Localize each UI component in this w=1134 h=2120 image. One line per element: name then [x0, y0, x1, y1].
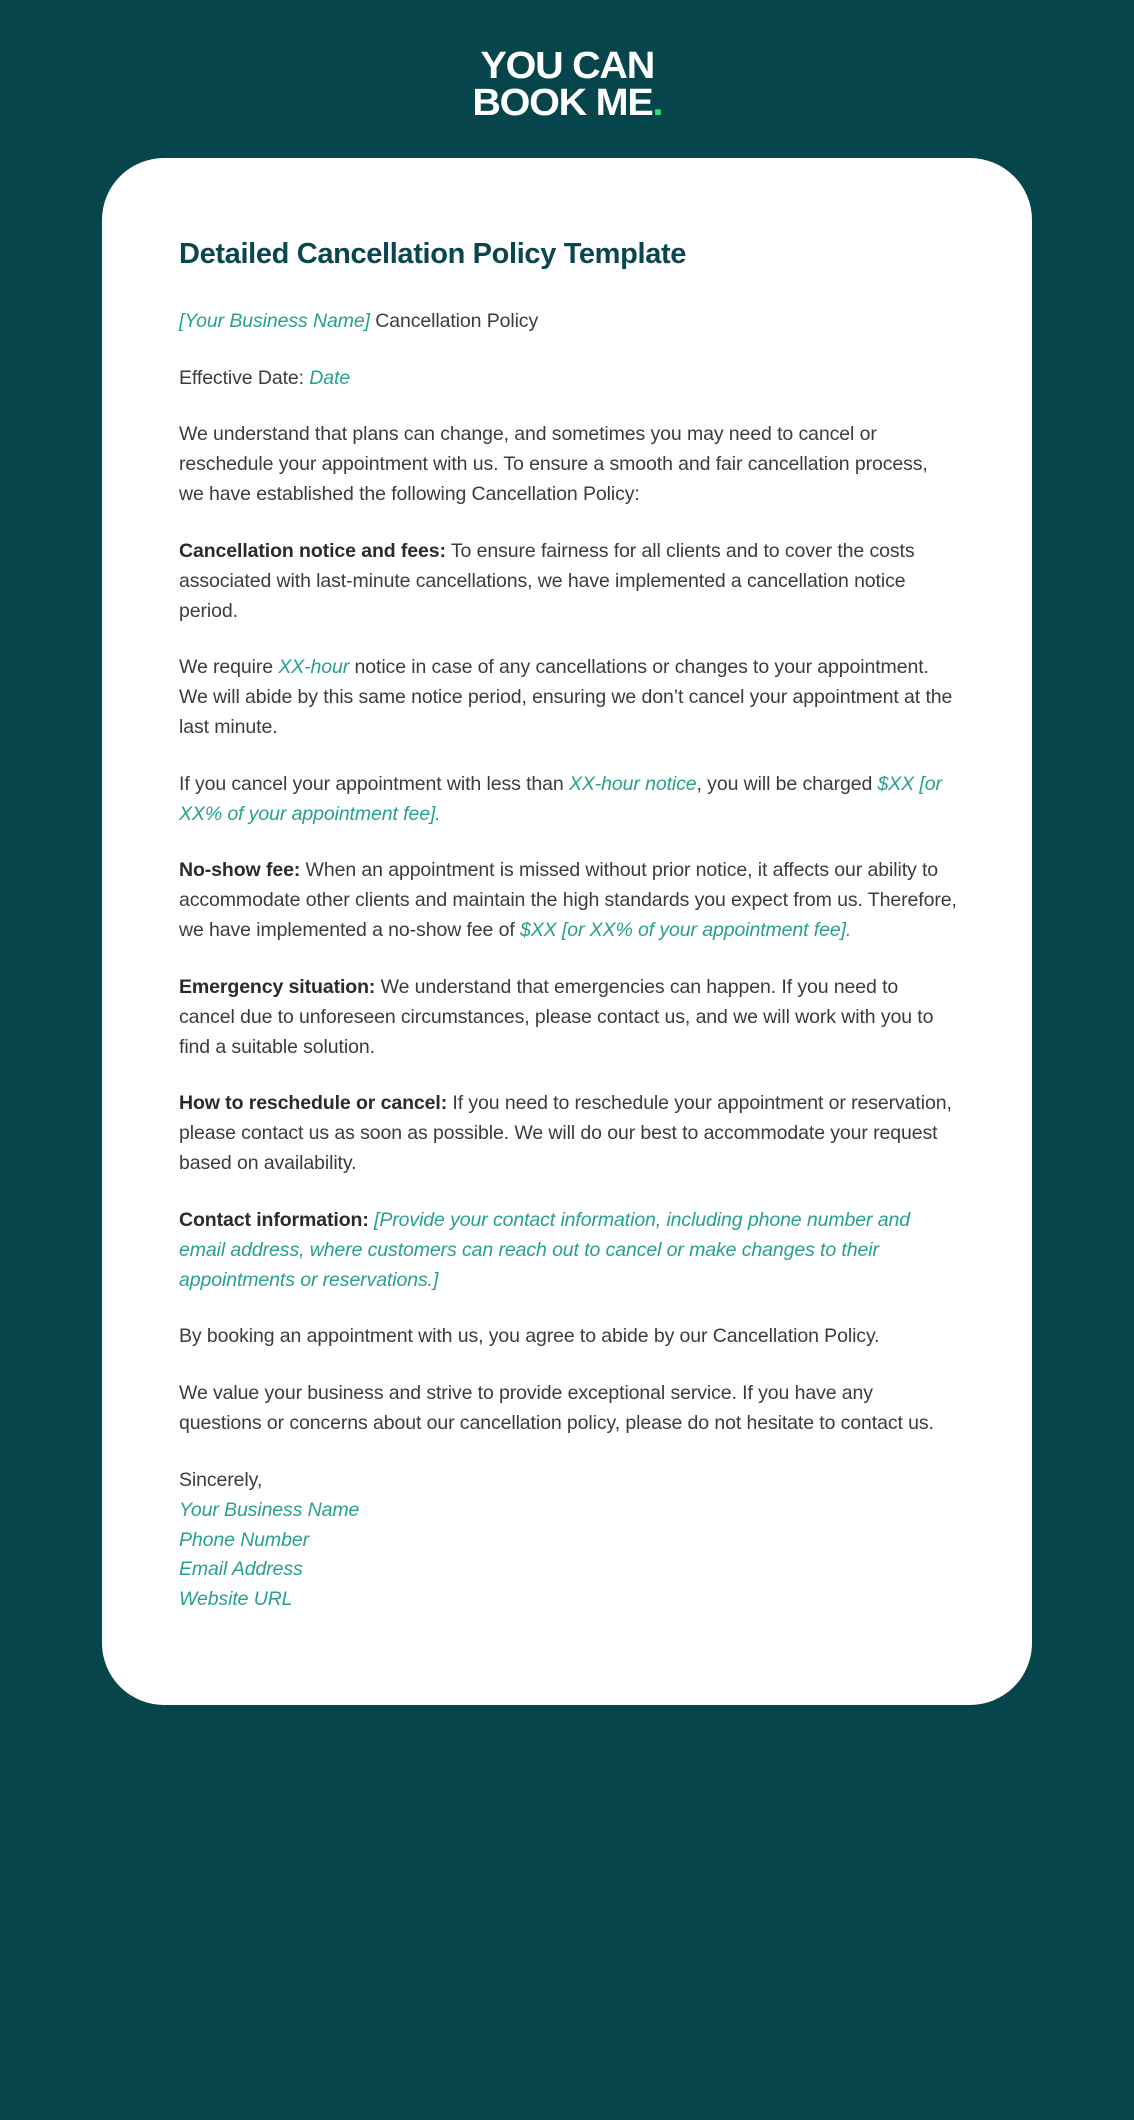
- page-background: YOU CAN BOOK ME. Detailed Cancellation P…: [0, 0, 1134, 2120]
- emergency-situation-lead: Emergency situation:: [179, 975, 376, 998]
- late-fee-notice-placeholder: XX-hour notice: [568, 772, 697, 795]
- business-name-line: [Your Business Name] Cancellation Policy: [179, 307, 957, 337]
- no-show-fee-amount-placeholder: $XX [or XX% of your appointment fee].: [520, 919, 852, 942]
- logo-dot-icon: .: [652, 82, 663, 125]
- late-cancellation-fee-paragraph: If you cancel your appointment with less…: [179, 770, 957, 830]
- closing-paragraph: We value your business and strive to pro…: [179, 1382, 934, 1435]
- effective-date-line: Effective Date: Date: [179, 364, 957, 394]
- logo-line-two: BOOK ME.: [472, 82, 663, 125]
- contact-information-paragraph: Contact information: [Provide your conta…: [179, 1206, 957, 1295]
- page-title: Detailed Cancellation Policy Template: [179, 238, 687, 271]
- youcanbookme-logo: YOU CAN BOOK ME.: [472, 45, 663, 125]
- no-show-fee-paragraph: No-show fee: When an appointment is miss…: [179, 856, 957, 945]
- notice-requirement-paragraph: We require XX-hour notice in case of any…: [179, 653, 957, 742]
- no-show-fee-lead: No-show fee:: [179, 859, 301, 882]
- how-to-reschedule-paragraph: How to reschedule or cancel: If you need…: [179, 1089, 957, 1178]
- document-body: Detailed Cancellation Policy Template [Y…: [177, 236, 957, 1615]
- signature-block: Sincerely, Your Business Name Phone Numb…: [179, 1466, 957, 1615]
- logo-line-two-text: BOOK ME: [472, 82, 653, 125]
- brand-logo: YOU CAN BOOK ME.: [0, 45, 1134, 158]
- business-name-suffix: Cancellation Policy: [369, 309, 539, 332]
- signature-salutation: Sincerely,: [179, 1468, 263, 1491]
- late-fee-part1: If you cancel your appointment with less…: [179, 772, 569, 795]
- signature-email-address: Email Address: [179, 1558, 303, 1581]
- notice-hours-placeholder: XX-hour: [278, 656, 350, 679]
- agreement-paragraph: By booking an appointment with us, you a…: [179, 1325, 880, 1348]
- notice-requirement-part1: We require: [179, 656, 279, 679]
- effective-date-label: Effective Date:: [179, 366, 310, 389]
- signature-phone-number: Phone Number: [179, 1528, 309, 1551]
- intro-paragraph: We understand that plans can change, and…: [179, 423, 928, 506]
- cancellation-notice-lead: Cancellation notice and fees:: [179, 539, 446, 562]
- emergency-situation-paragraph: Emergency situation: We understand that …: [179, 973, 957, 1062]
- signature-business-name: Your Business Name: [179, 1498, 360, 1521]
- logo-line-one: YOU CAN: [480, 45, 655, 87]
- document-card: Detailed Cancellation Policy Template [Y…: [102, 158, 1032, 1706]
- signature-website-url: Website URL: [179, 1588, 293, 1611]
- effective-date-placeholder: Date: [309, 366, 351, 389]
- how-to-reschedule-lead: How to reschedule or cancel:: [179, 1092, 448, 1115]
- contact-information-lead: Contact information:: [179, 1208, 369, 1231]
- cancellation-notice-paragraph: Cancellation notice and fees: To ensure …: [179, 537, 957, 626]
- late-fee-part2: , you will be charged: [696, 772, 878, 795]
- business-name-placeholder: [Your Business Name]: [179, 309, 370, 332]
